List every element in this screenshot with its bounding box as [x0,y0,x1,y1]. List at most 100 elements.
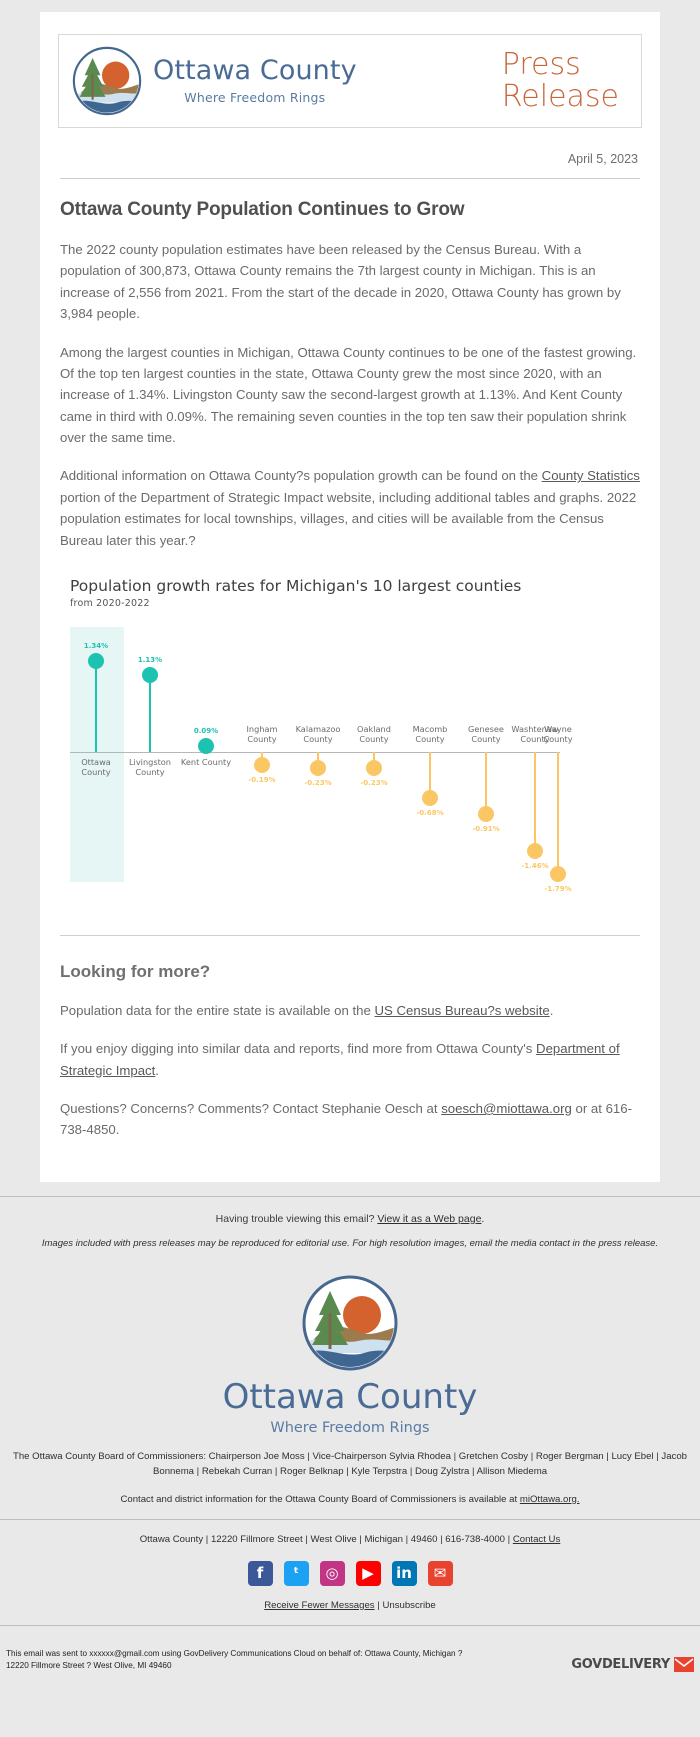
social-links: f ᵗ ◎ ▶ in ✉ [0,1560,700,1586]
footer-divider-3 [0,1624,700,1626]
chart-category-label: Oakland County [357,723,391,745]
chart-data-point [254,756,270,773]
logo-title: Ottawa County [153,55,357,87]
p3-text-b: portion of the Department of Strategic I… [60,489,637,548]
address-text: Ottawa County | 12220 Fillmore Street | … [139,1533,513,1545]
email-footer: Having trouble viewing this email? View … [0,1195,700,1678]
more-paragraph-3: Questions? Concerns? Comments? Contact S… [60,1098,640,1141]
chart-data-point [198,737,214,754]
govdelivery-envelope-icon [674,1656,694,1672]
chart-data-point [142,667,158,684]
chart-data-point [550,865,566,882]
facebook-icon[interactable]: f [247,1560,273,1586]
sent-line-2: 12220 Fillmore Street ? West Olive, MI 4… [6,1660,172,1670]
chart-value-label: 0.09% [193,726,219,735]
chart-category-label: Kalamazoo County [295,723,341,745]
chart-data-point [310,759,326,776]
board-of-commissioners: The Ottawa County Board of Commissioners… [12,1451,688,1477]
more-p1-a: Population data for the entire state is … [60,1002,375,1018]
more-p3-a: Questions? Concerns? Comments? Contact S… [60,1101,442,1116]
instagram-icon[interactable]: ◎ [319,1560,345,1586]
footer-address: Ottawa County | 12220 Fillmore Street | … [0,1534,700,1545]
email-page: Ottawa County Where Freedom Rings Press … [0,12,700,1678]
chart-stem [149,675,151,752]
email-icon[interactable]: ✉ [427,1560,453,1586]
trouble-text-a: Having trouble viewing this email? [215,1212,378,1225]
chart-value-label: -0.23% [304,778,332,787]
looking-for-more-heading: Looking for more? [60,961,211,981]
chart-category-label: Ottawa County [81,756,111,778]
header-band: Ottawa County Where Freedom Rings Press … [59,35,641,127]
chart-stem [557,751,559,874]
chart-subtitle: from 2020-2022 [70,597,150,609]
footer-logo-tagline: Where Freedom Rings [270,1420,430,1436]
release-date: April 5, 2023 [567,152,638,166]
chart-category-label: Kent County [180,756,232,767]
footer-logo: Ottawa County Where Freedom Rings [0,1273,700,1436]
chart-value-label: -1.46% [521,862,549,871]
trouble-viewing-line: Having trouble viewing this email? View … [0,1213,700,1225]
divider-bottom [60,934,640,936]
footer-logo-title: Ottawa County [222,1377,478,1417]
press-line-1: Press [501,46,581,82]
press-release-card: Ottawa County Where Freedom Rings Press … [40,12,660,1182]
press-release-label: Press Release [501,46,625,114]
reproduction-note: Images included with press releases may … [41,1237,659,1249]
chart-value-label: 1.13% [137,656,163,665]
ottawa-county-logo: Ottawa County Where Freedom Rings [71,45,357,117]
sent-to-text: This email was sent to xxxxxx@gmail.com … [6,1648,462,1672]
contact-us-link[interactable]: Contact Us [513,1534,560,1545]
chart-data-point [478,805,494,822]
govdelivery-bar: This email was sent to xxxxxx@gmail.com … [0,1640,700,1678]
district-info-line: Contact and district information for the… [10,1494,690,1505]
paragraph-3: Additional information on Ottawa County?… [60,465,640,551]
chart-category-label: Macomb County [412,723,448,745]
contact-email-link[interactable]: soesch@miottawa.org [441,1101,572,1116]
chart-data-point [366,759,382,776]
twitter-icon[interactable]: ᵗ [283,1560,309,1586]
linkedin-icon[interactable]: in [391,1560,417,1586]
divider-top [60,178,640,179]
sent-line-1: This email was sent to xxxxxx@gmail.com … [6,1648,463,1658]
logo-tagline: Where Freedom Rings [184,89,326,105]
page-title: Ottawa County Population Continues to Gr… [60,199,465,220]
chart-category-label: Livingston County [128,756,172,778]
press-line-2: Release [501,79,619,114]
chart-data-point [88,652,104,669]
miottawa-link[interactable]: miOttawa.org. [520,1494,580,1505]
govdelivery-wordmark: GOVDELIVERY [571,1656,670,1672]
logo-text-block: Ottawa County Where Freedom Rings [153,55,357,105]
more-p2-b: . [155,1062,159,1078]
view-web-page-link[interactable]: View it as a Web page [377,1213,481,1225]
footer-divider-1 [0,1195,700,1197]
receive-fewer-messages-link[interactable]: Receive Fewer Messages [264,1600,374,1611]
more-p2-a: If you enjoy digging into similar data a… [60,1041,537,1057]
chart-stem [485,751,487,814]
chart-category-label: Wayne County [543,723,573,745]
unsubscribe-link[interactable]: Unsubscribe [382,1600,435,1611]
govdelivery-brand: GOVDELIVERY [571,1656,694,1672]
chart-stem [95,660,97,752]
youtube-icon[interactable]: ▶ [355,1560,381,1586]
header-letterbox: Ottawa County Where Freedom Rings Press … [58,34,642,128]
chart-plot-area: 1.34% Ottawa County 1.13% Livingston County… [70,619,573,909]
county-statistics-link[interactable]: County Statistics [542,468,640,483]
us-census-bureau-link[interactable]: US Census Bureau?s website [375,1003,550,1018]
chart-title: Population growth rates for Michigan's 1… [70,576,522,595]
footer-county-seal-icon [302,1275,398,1371]
trouble-text-b: . [481,1212,485,1225]
population-growth-chart: Population growth rates for Michigan's 1… [70,577,640,909]
more-p1-b: . [549,1002,554,1018]
county-seal-icon [72,46,142,116]
chart-category-label: Genesee County [468,723,504,745]
chart-stem [534,751,536,852]
more-paragraph-1: Population data for the entire state is … [60,1000,640,1021]
p3-text-a: Additional information on Ottawa County?… [60,468,542,484]
paragraph-2: Among the largest counties in Michigan, … [60,344,637,446]
chart-data-point [422,790,438,807]
more-paragraph-2: If you enjoy digging into similar data a… [60,1038,640,1081]
chart-value-label: 1.34% [83,641,109,650]
subscription-links: Receive Fewer Messages | Unsubscribe [0,1600,700,1611]
chart-category-label: Ingham County [246,723,278,745]
footer-divider-2 [0,1518,700,1520]
